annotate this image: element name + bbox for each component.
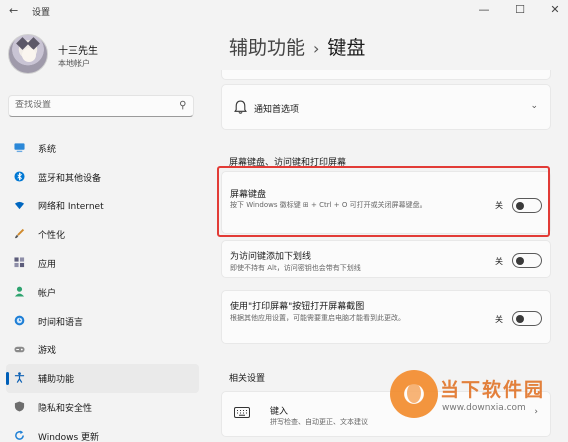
shield-icon — [14, 401, 25, 412]
search-input[interactable] — [15, 100, 165, 110]
sidebar-item-label: 游戏 — [38, 346, 57, 357]
notifications-card[interactable]: 通知首选项 ⌄ — [221, 84, 551, 130]
sidebar-item-label: 辅助功能 — [38, 375, 75, 386]
account-type: 本地帐户 — [58, 59, 90, 68]
sidebar-item-accounts[interactable]: 帐户 — [0, 278, 205, 307]
sidebar-item-personalization[interactable]: 个性化 — [0, 220, 205, 249]
sidebar-item-privacy[interactable]: 隐私和安全性 — [0, 393, 205, 422]
user-name: 十三先生 — [58, 46, 98, 57]
sidebar-item-label: 隐私和安全性 — [38, 404, 93, 415]
printscreen-card: 使用"打印屏幕"按钮打开屏幕截图 根据其他应用设置，可能需要重启电脑才能看到此更… — [221, 290, 551, 344]
sidebar-item-accessibility[interactable]: 辅助功能 — [6, 364, 199, 394]
chevron-down-icon[interactable]: ⌄ — [530, 101, 538, 111]
breadcrumb-separator: › — [313, 39, 320, 58]
sidebar-item-network[interactable]: 网络和 Internet — [0, 192, 205, 221]
gamepad-icon — [14, 346, 25, 352]
underline-description: 即使不持有 Alt，访问密钥也会带有下划线 — [230, 264, 361, 272]
account-icon — [14, 286, 25, 297]
sidebar-item-label: 蓝牙和其他设备 — [38, 173, 102, 184]
sidebar-item-label: 网络和 Internet — [38, 202, 104, 213]
update-icon — [15, 430, 24, 440]
globe-time-icon — [14, 315, 25, 326]
typing-title: 键入 — [270, 407, 289, 417]
back-arrow-icon[interactable]: ← — [9, 4, 18, 17]
search-icon[interactable]: ⚲ — [179, 100, 186, 111]
underline-toggle[interactable] — [512, 253, 542, 268]
page-title: 键盘 — [327, 37, 366, 59]
apps-icon — [14, 257, 25, 268]
breadcrumb: 辅助功能 › 键盘 — [229, 33, 365, 60]
underline-title: 为访问键添加下划线 — [230, 252, 312, 262]
close-button[interactable]: ✕ — [543, 1, 567, 19]
previous-card-edge — [221, 70, 551, 80]
sidebar-item-label: Windows 更新 — [38, 432, 100, 442]
bluetooth-icon — [14, 171, 25, 182]
sidebar-item-label: 个性化 — [38, 231, 66, 242]
sidebar-item-label: 系统 — [38, 144, 57, 155]
sidebar-item-label: 帐户 — [38, 288, 57, 299]
sidebar-item-system[interactable]: 系统 — [0, 134, 205, 163]
maximize-button[interactable]: ☐ — [508, 1, 532, 19]
title-bar: ← 设置 — ☐ ✕ — [0, 0, 568, 22]
printscreen-toggle-state: 关 — [495, 315, 503, 324]
typing-description: 拼写检查、自动更正、文本建议 — [270, 418, 368, 426]
section-label-related: 相关设置 — [229, 374, 266, 384]
notifications-title: 通知首选项 — [254, 105, 300, 115]
sidebar-item-time-language[interactable]: 时间和语言 — [0, 307, 205, 336]
underline-card: 为访问键添加下划线 即使不持有 Alt，访问密钥也会带有下划线 关 — [221, 240, 551, 278]
wifi-icon — [14, 201, 25, 209]
system-icon — [14, 143, 25, 153]
keyboard-icon — [234, 407, 250, 418]
minimize-button[interactable]: — — [472, 1, 496, 19]
chevron-right-icon[interactable]: › — [534, 407, 538, 417]
sidebar-item-windows-update[interactable]: Windows 更新 — [0, 422, 205, 442]
brush-icon — [14, 229, 25, 239]
sidebar-item-apps[interactable]: 应用 — [0, 249, 205, 278]
printscreen-title: 使用"打印屏幕"按钮打开屏幕截图 — [230, 302, 365, 312]
underline-toggle-state: 关 — [495, 257, 503, 266]
highlight-box — [217, 166, 550, 237]
app-title: 设置 — [32, 8, 51, 18]
search-box[interactable]: ⚲ — [8, 95, 194, 117]
printscreen-description: 根据其他应用设置，可能需要重启电脑才能看到此更改。 — [230, 314, 405, 322]
watermark-logo — [390, 370, 438, 418]
sidebar-item-label: 应用 — [38, 260, 57, 271]
sidebar-nav: 系统 蓝牙和其他设备 网络和 Internet 个性化 应用 帐户 时间和语言 … — [0, 134, 205, 442]
printscreen-toggle[interactable] — [512, 311, 542, 326]
bell-icon — [234, 100, 247, 114]
accessibility-icon — [14, 372, 25, 384]
sidebar-item-gaming[interactable]: 游戏 — [0, 336, 205, 365]
sidebar-item-bluetooth[interactable]: 蓝牙和其他设备 — [0, 163, 205, 192]
sidebar-item-label: 时间和语言 — [38, 317, 84, 328]
watermark-url: www.downxia.com — [442, 403, 526, 413]
breadcrumb-parent[interactable]: 辅助功能 — [229, 37, 305, 59]
avatar[interactable] — [8, 34, 48, 74]
watermark-text: 当下软件园 — [440, 379, 546, 401]
